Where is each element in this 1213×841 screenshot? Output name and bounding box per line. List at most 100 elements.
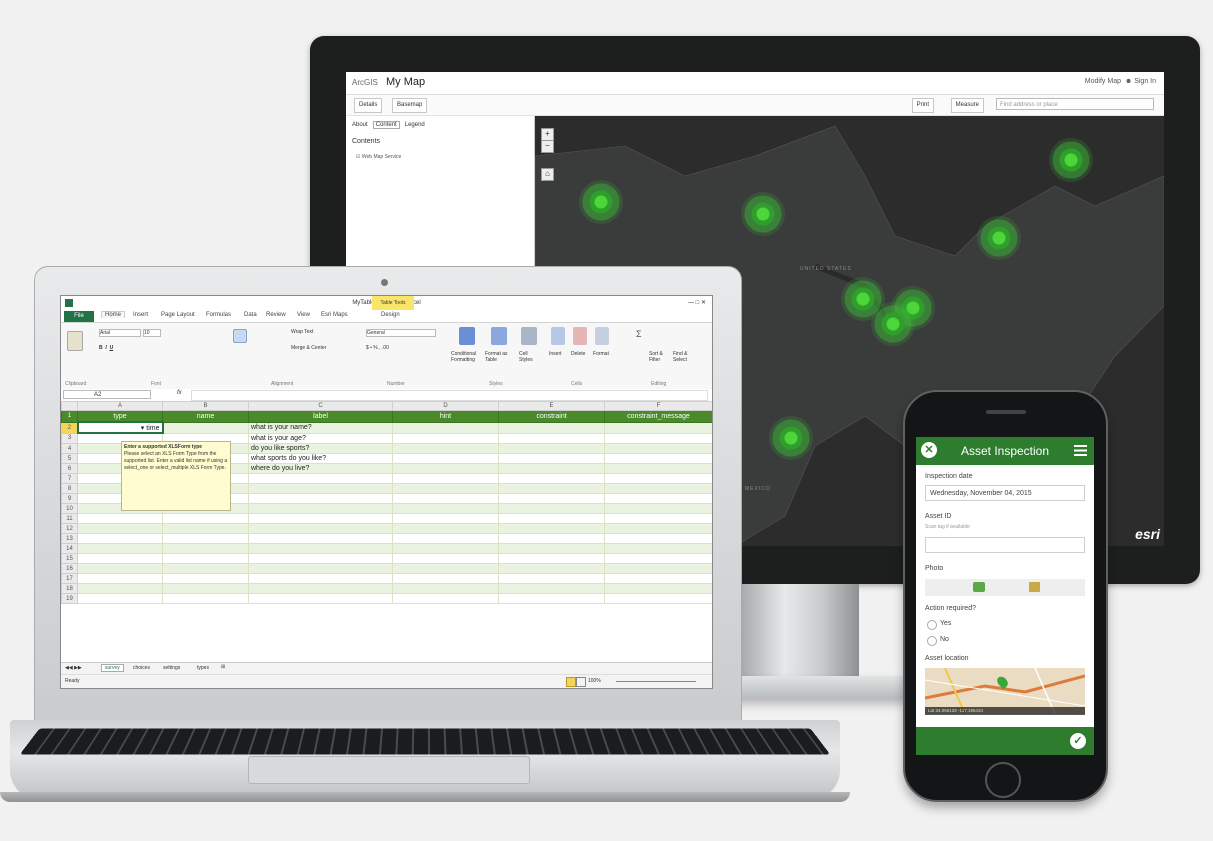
tab-page-layout[interactable]: Page Layout [161,312,195,318]
cell[interactable]: what is your name? [248,421,393,434]
delete-label[interactable]: Delete [571,351,585,357]
column-header[interactable]: C [248,401,393,411]
tab-insert[interactable]: Insert [133,312,148,318]
cell[interactable]: what is your age? [248,432,393,444]
row-number[interactable]: 7 [61,473,78,484]
autosum-icon[interactable]: Σ [636,329,642,339]
arcgis-brand[interactable]: ArcGIS [352,78,378,87]
sheet-tab-types[interactable]: types [197,665,209,671]
cell[interactable] [392,453,499,464]
cell-styles-label[interactable]: Cell Styles [519,351,541,363]
tab-legend[interactable]: Legend [405,122,425,128]
dropdown-arrow-icon[interactable]: ▾ [141,425,145,432]
row-number[interactable]: 8 [61,483,78,494]
zoom-level[interactable]: 100% [588,678,601,684]
zoom-slider[interactable] [616,681,696,682]
wrap-text-button[interactable]: Wrap Text [291,329,313,335]
row-number[interactable]: 2 [61,421,78,434]
row-number[interactable]: 3 [61,432,78,444]
row-number[interactable]: 9 [61,493,78,504]
sign-in-link[interactable]: Sign In [1134,78,1156,85]
conditional-formatting-label[interactable]: Conditional Formatting [451,351,481,363]
map-cluster-marker[interactable] [977,216,1021,260]
cell[interactable] [498,463,605,474]
selected-cell[interactable]: ▾ time [76,421,164,434]
checkbox-icon[interactable]: ☑ [356,154,360,160]
cell[interactable] [604,421,712,434]
camera-icon[interactable] [973,582,985,592]
tab-data[interactable]: Data [244,312,257,318]
name-box[interactable]: A2 [63,390,151,399]
menu-icon[interactable] [1074,445,1087,456]
row-number[interactable]: 18 [61,583,78,594]
cell[interactable] [392,432,499,444]
currency-icon[interactable]: $ • % , .00 [366,345,389,351]
spreadsheet-grid[interactable]: A B C D E F 1 type name label hint const… [61,401,712,661]
format-label[interactable]: Format [593,351,609,357]
page-layout-view-icon[interactable] [576,677,586,687]
cell[interactable] [498,453,605,464]
merge-center-button[interactable]: Merge & Center [291,345,326,351]
modify-map-link[interactable]: Modify Map [1085,78,1121,85]
window-controls[interactable]: — □ ✕ [688,296,706,310]
select-all[interactable] [61,401,78,411]
format-as-table-label[interactable]: Format as Table [485,351,513,363]
home-button[interactable] [985,762,1021,798]
delete-cells-icon[interactable] [573,327,587,345]
folder-icon[interactable] [1029,582,1040,592]
tab-review[interactable]: Review [266,312,286,318]
sort-filter-button[interactable]: Sort & Filter [649,351,671,363]
table-header-cell[interactable]: constraint [498,410,605,423]
column-header[interactable]: E [498,401,605,411]
column-header[interactable]: A [77,401,163,411]
cell[interactable] [604,463,712,474]
align-center-icon[interactable] [233,329,247,343]
layer-item[interactable]: ☑ Web Map Service [356,154,401,160]
bold-button[interactable]: B I U [99,345,113,351]
map-cluster-marker[interactable] [741,192,785,236]
row-number[interactable]: 4 [61,443,78,454]
row-number[interactable]: 19 [61,593,78,604]
sheet-nav-icon[interactable]: ◀◀ ▶▶ [65,665,82,671]
tab-formulas[interactable]: Formulas [206,312,231,318]
asset-id-field[interactable] [925,537,1085,553]
zoom-out-icon[interactable]: − [541,140,554,153]
sheet-tab-survey[interactable]: survey [101,664,124,672]
map-cluster-marker[interactable] [769,416,813,460]
tab-content[interactable]: Content [372,121,400,129]
cell[interactable] [604,453,712,464]
cell[interactable] [498,432,605,444]
cell[interactable] [604,432,712,444]
row-number[interactable]: 16 [61,563,78,574]
cell[interactable] [498,443,605,454]
cell[interactable] [498,421,605,434]
row-number[interactable]: 10 [61,503,78,514]
row-number[interactable]: 15 [61,553,78,564]
table-header-cell[interactable]: constraint_message [604,410,712,423]
cell[interactable] [162,421,249,434]
table-header-cell[interactable]: label [248,410,393,423]
tab-design[interactable]: Design [381,312,400,318]
print-button[interactable]: Print [911,98,934,113]
font-name-select[interactable]: Arial [99,329,141,337]
insert-label[interactable]: Insert [549,351,562,357]
cell[interactable] [604,443,712,454]
cell[interactable]: where do you live? [248,463,393,474]
tab-file[interactable]: File [64,311,94,322]
table-header-cell[interactable]: type [77,410,163,423]
format-cells-icon[interactable] [595,327,609,345]
column-header[interactable]: B [162,401,249,411]
cell[interactable] [392,421,499,434]
cell-styles-icon[interactable] [521,327,537,345]
column-header[interactable]: D [392,401,499,411]
cell[interactable]: do you like sports? [248,443,393,454]
sheet-tab-choices[interactable]: choices [133,665,150,671]
map-cluster-marker[interactable] [871,302,915,346]
paste-icon[interactable] [67,331,83,351]
tab-esri-maps[interactable]: Esri Maps [321,312,348,318]
map-cluster-marker[interactable] [579,180,623,224]
normal-view-icon[interactable] [566,677,576,687]
row-number[interactable]: 12 [61,523,78,534]
new-sheet-icon[interactable]: ⊞ [221,664,225,670]
tab-home[interactable]: Home [101,311,126,318]
